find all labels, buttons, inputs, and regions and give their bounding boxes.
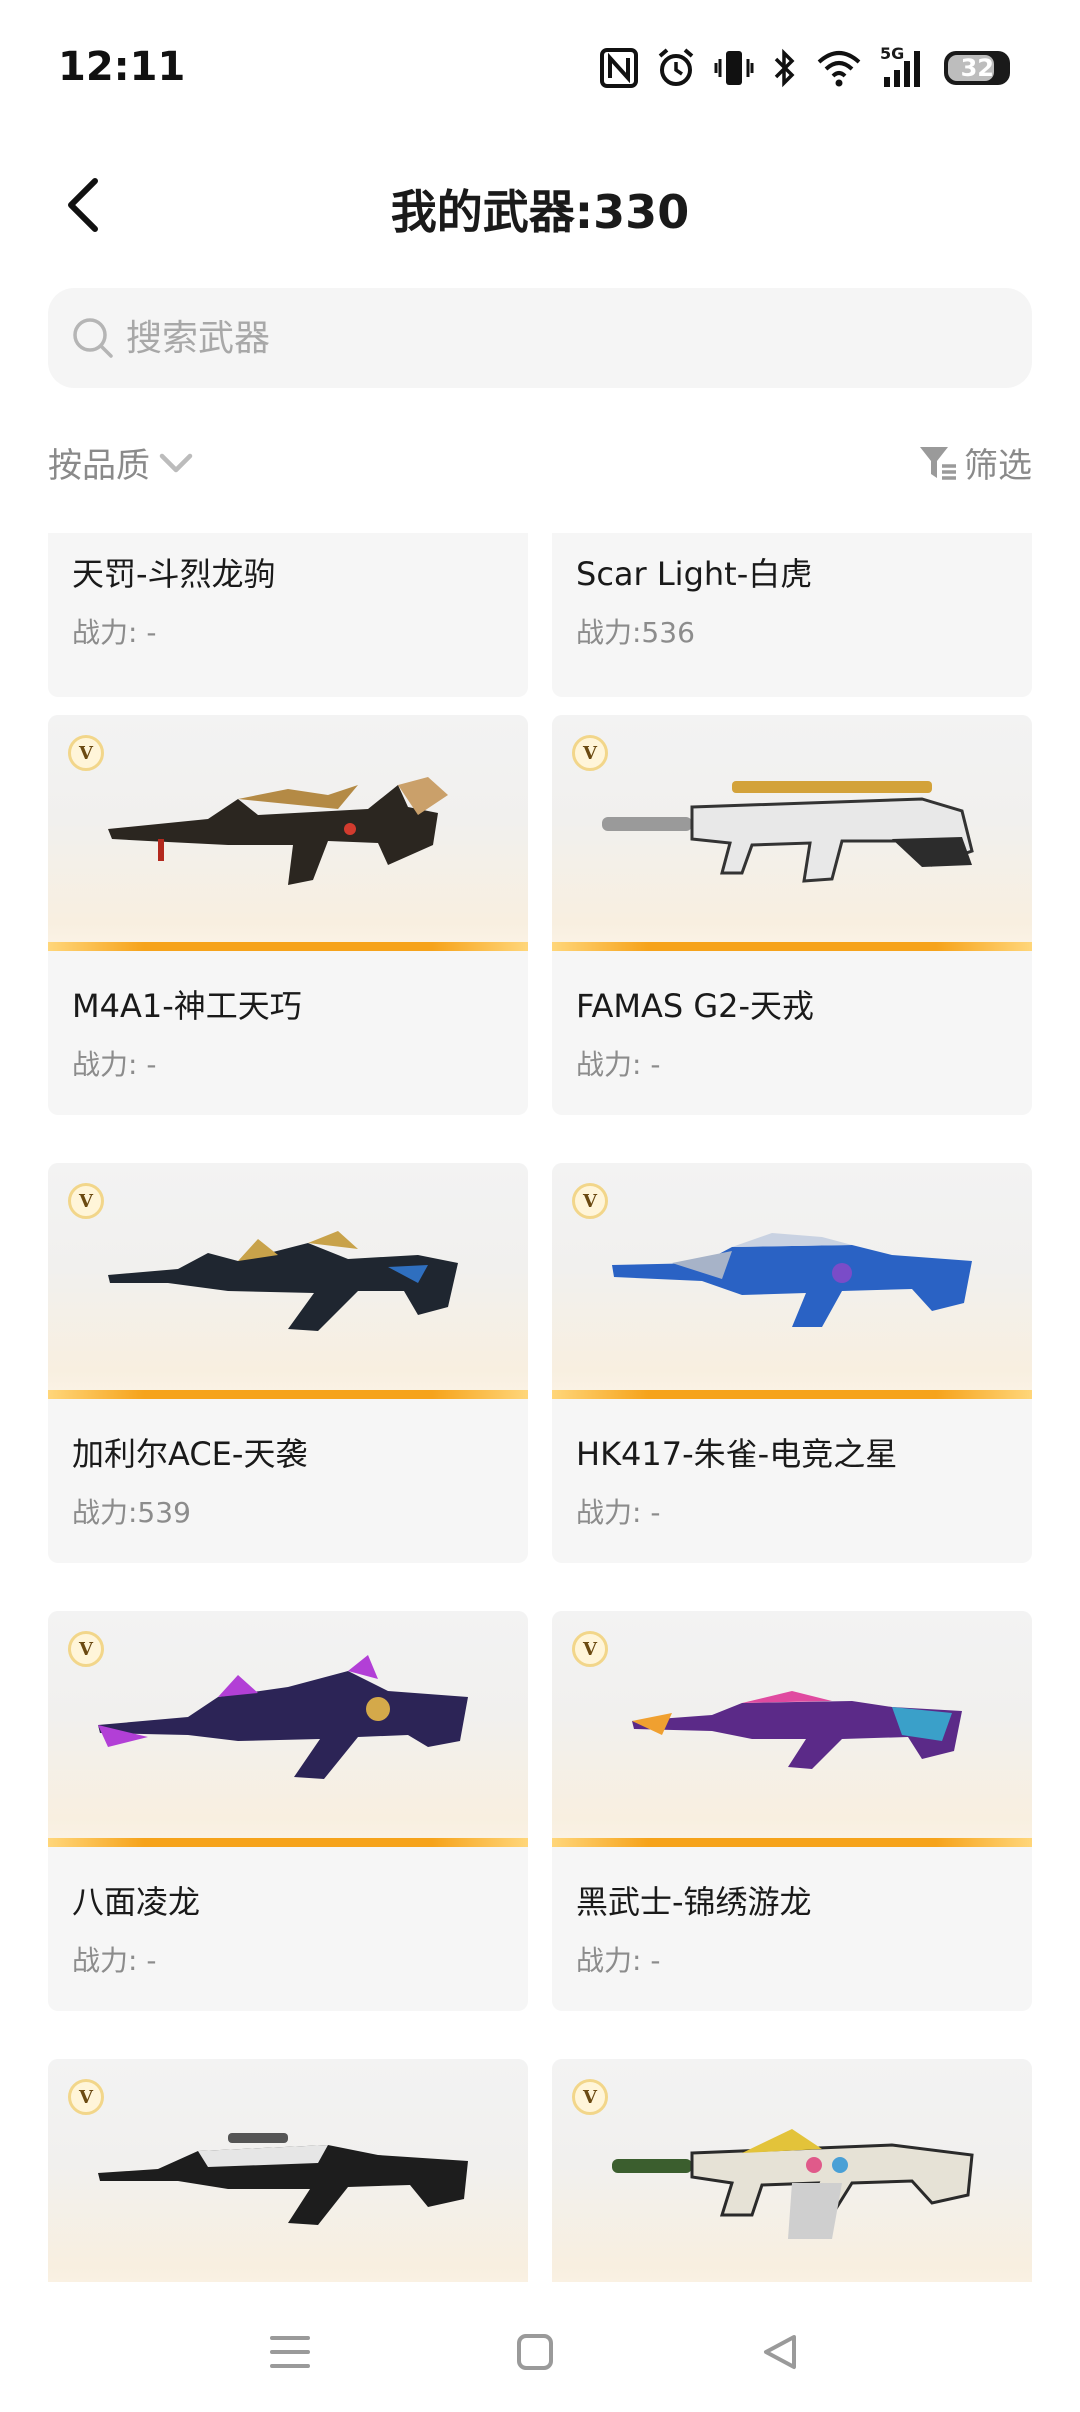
sort-label: 按品质 <box>48 446 150 486</box>
weapon-rifle-image <box>612 2129 974 2239</box>
weapon-card[interactable]: V 八面凌龙 战力: - <box>48 1611 528 2011</box>
weapon-name: HK417-朱雀-电竞之星 <box>576 1435 898 1473</box>
weapon-card[interactable]: V FAMAS G2-天戎 战力: - <box>552 715 1032 1115</box>
search-input[interactable] <box>126 317 926 359</box>
weapon-card[interactable]: V <box>552 2059 1032 2282</box>
weapon-rifle-image <box>98 1655 468 1779</box>
weapon-power: 战力:536 <box>576 616 695 649</box>
weapon-card[interactable]: 天罚-斗烈龙驹 战力: - <box>48 533 528 697</box>
weapon-image: V <box>48 715 528 951</box>
weapon-grid: 天罚-斗烈龙驹 战力: - Scar Light-白虎 战力:536 V M4A… <box>0 533 1080 2282</box>
search-icon <box>73 318 113 358</box>
weapon-power: 战力: - <box>576 1944 661 1977</box>
weapon-power: 战力: - <box>576 1048 661 1081</box>
weapon-rifle-image <box>632 1691 962 1769</box>
header: 我的武器:330 <box>0 150 1080 260</box>
weapon-rifle-image <box>108 1231 458 1331</box>
weapon-image: V <box>552 1611 1032 1847</box>
weapon-rifle-image <box>602 781 974 883</box>
weapon-card[interactable]: V 黑武士-锦绣游龙 战力: - <box>552 1611 1032 2011</box>
back-triangle-icon <box>764 2335 796 2369</box>
weapon-image: V <box>48 2059 528 2282</box>
weapon-card[interactable]: V 加利尔ACE-天袭 战力:539 <box>48 1163 528 1563</box>
weapon-name: 八面凌龙 <box>72 1883 201 1921</box>
wifi-icon <box>816 46 862 90</box>
weapon-name: 天罚-斗烈龙驹 <box>72 555 276 593</box>
battery-icon: 32 <box>944 46 1010 90</box>
menu-icon <box>270 2336 310 2368</box>
weapon-card[interactable]: V M4A1-神工天巧 战力: - <box>48 715 528 1115</box>
weapon-rifle-image <box>612 1233 972 1327</box>
sort-by-quality-dropdown[interactable]: 按品质 <box>48 438 194 487</box>
filter-funnel-icon <box>920 446 956 480</box>
weapon-name: 加利尔ACE-天袭 <box>72 1435 308 1473</box>
weapon-image: V <box>48 1611 528 1847</box>
vibrate-icon <box>714 46 754 90</box>
weapon-name: 黑武士-锦绣游龙 <box>576 1883 812 1921</box>
weapon-power: 战力:539 <box>72 1496 191 1529</box>
weapon-card[interactable]: V HK417-朱雀-电竞之星 战力: - <box>552 1163 1032 1563</box>
battery-level: 32 <box>960 54 994 82</box>
bluetooth-icon <box>772 46 798 90</box>
weapon-image: V <box>552 2059 1032 2282</box>
weapon-rifle-image <box>98 2133 468 2225</box>
filter-label: 筛选 <box>964 446 1032 486</box>
weapon-name: Scar Light-白虎 <box>576 555 813 593</box>
weapon-image: V <box>552 715 1032 951</box>
alarm-icon <box>656 46 696 90</box>
back-nav-button[interactable] <box>750 2322 810 2382</box>
weapon-rifle-image <box>108 777 448 885</box>
status-time: 12:11 <box>58 44 186 90</box>
menu-button[interactable] <box>260 2322 320 2382</box>
weapon-power: 战力: - <box>72 1944 157 1977</box>
weapon-name: FAMAS G2-天戎 <box>576 987 815 1025</box>
home-square-icon <box>517 2334 553 2370</box>
page-title: 我的武器:330 <box>390 185 690 239</box>
signal-5g-icon: 5G <box>880 44 926 90</box>
weapon-image: V <box>552 1163 1032 1399</box>
filter-row: 按品质 筛选 <box>48 432 1032 496</box>
weapon-name: M4A1-神工天巧 <box>72 987 302 1025</box>
status-icons: 5G 32 <box>600 44 1010 90</box>
weapon-power: 战力: - <box>72 1048 157 1081</box>
home-button[interactable] <box>505 2322 565 2382</box>
nfc-icon <box>600 46 638 90</box>
weapon-card[interactable]: V <box>48 2059 528 2282</box>
weapon-card[interactable]: Scar Light-白虎 战力:536 <box>552 533 1032 697</box>
network-type-label: 5G <box>880 44 905 63</box>
weapon-power: 战力: - <box>72 616 157 649</box>
chevron-down-icon <box>159 453 193 472</box>
filter-button[interactable]: 筛选 <box>918 438 1032 487</box>
search-bar[interactable] <box>48 288 1032 388</box>
system-navigation-bar <box>0 2282 1080 2412</box>
weapon-image: V <box>48 1163 528 1399</box>
status-bar: 12:11 5G 32 <box>0 0 1080 140</box>
weapon-power: 战力: - <box>576 1496 661 1529</box>
